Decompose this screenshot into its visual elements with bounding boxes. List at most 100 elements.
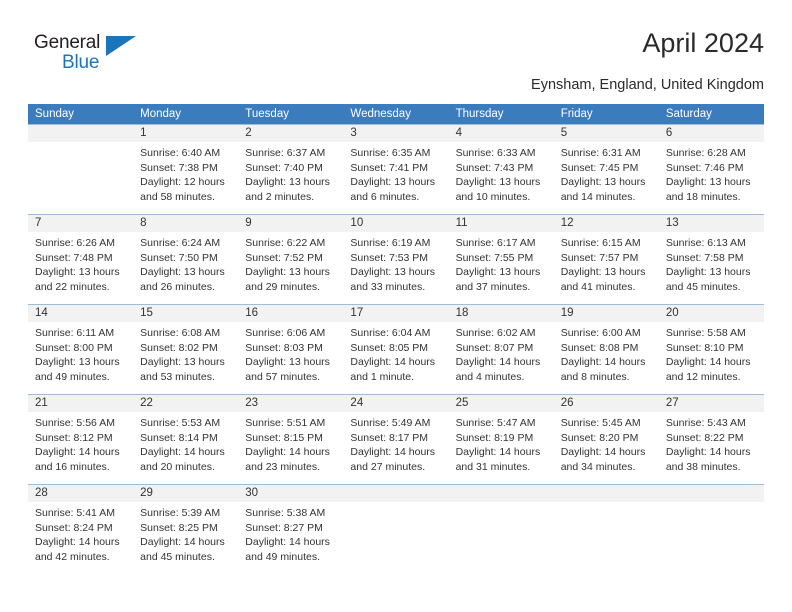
location-subtitle: Eynsham, England, United Kingdom <box>531 77 764 93</box>
week-detail-row: Sunrise: 6:40 AM Sunset: 7:38 PM Dayligh… <box>28 142 764 214</box>
day-cell[interactable]: Sunrise: 5:38 AM Sunset: 8:27 PM Dayligh… <box>238 502 343 574</box>
day-cell[interactable]: Sunrise: 6:40 AM Sunset: 7:38 PM Dayligh… <box>133 142 238 214</box>
sunrise-text: Sunrise: 6:15 AM <box>560 237 641 249</box>
general-blue-logo[interactable]: General Blue <box>34 32 144 80</box>
day-cell[interactable]: Sunrise: 5:56 AM Sunset: 8:12 PM Dayligh… <box>28 412 133 484</box>
day-cell[interactable]: Sunrise: 6:33 AM Sunset: 7:43 PM Dayligh… <box>449 142 554 214</box>
daylight-text-line2: and 29 minutes. <box>245 280 320 293</box>
daylight-text-line2: and 10 minutes. <box>455 190 531 203</box>
sunset-text: Sunset: 8:03 PM <box>245 341 323 354</box>
sunrise-text: Sunrise: 5:56 AM <box>35 417 115 429</box>
day-cell[interactable] <box>28 142 133 214</box>
daylight-text-line2: and 6 minutes. <box>350 190 420 203</box>
day-number: 2 <box>245 127 252 139</box>
day-cell[interactable]: Sunrise: 6:06 AM Sunset: 8:03 PM Dayligh… <box>238 322 343 394</box>
daylight-text-line2: and 18 minutes. <box>665 190 741 203</box>
daylight-text-line1: Daylight: 14 hours <box>560 356 646 369</box>
calendar-week-row: 14 15 16 17 18 19 20 Sunrise: 6:11 AM Su… <box>28 304 764 394</box>
day-cell[interactable]: Sunrise: 6:00 AM Sunset: 8:08 PM Dayligh… <box>554 322 659 394</box>
day-number: 27 <box>665 397 679 409</box>
day-cell[interactable]: Sunrise: 6:31 AM Sunset: 7:45 PM Dayligh… <box>554 142 659 214</box>
day-cell[interactable]: Sunrise: 5:47 AM Sunset: 8:19 PM Dayligh… <box>449 412 554 484</box>
day-cell[interactable]: Sunrise: 6:17 AM Sunset: 7:55 PM Dayligh… <box>449 232 554 304</box>
day-cell[interactable]: Sunrise: 5:49 AM Sunset: 8:17 PM Dayligh… <box>343 412 448 484</box>
day-number: 18 <box>455 307 469 319</box>
triangle-icon <box>106 36 136 56</box>
day-cell[interactable] <box>449 502 554 574</box>
weekday-header-sunday: Sunday <box>35 108 75 120</box>
sunset-text: Sunset: 8:20 PM <box>560 431 639 444</box>
day-number: 15 <box>140 307 153 319</box>
day-cell[interactable]: Sunrise: 5:53 AM Sunset: 8:14 PM Dayligh… <box>133 412 238 484</box>
sunset-text: Sunset: 8:05 PM <box>350 341 429 354</box>
week-date-band: 21 22 23 24 25 26 27 <box>28 395 764 412</box>
day-cell[interactable]: Sunrise: 5:39 AM Sunset: 8:25 PM Dayligh… <box>133 502 238 574</box>
day-cell[interactable]: Sunrise: 6:02 AM Sunset: 8:07 PM Dayligh… <box>449 322 554 394</box>
sunrise-text: Sunrise: 5:39 AM <box>140 507 221 519</box>
weekday-header-thursday: Thursday <box>455 108 504 120</box>
day-number: 6 <box>665 127 673 139</box>
day-cell[interactable]: Sunrise: 6:26 AM Sunset: 7:48 PM Dayligh… <box>28 232 133 304</box>
day-cell[interactable]: Sunrise: 6:04 AM Sunset: 8:05 PM Dayligh… <box>343 322 448 394</box>
sunset-text: Sunset: 8:15 PM <box>245 431 323 444</box>
week-detail-row: Sunrise: 6:11 AM Sunset: 8:00 PM Dayligh… <box>28 322 764 394</box>
day-cell[interactable]: Sunrise: 6:15 AM Sunset: 7:57 PM Dayligh… <box>554 232 659 304</box>
day-cell[interactable]: Sunrise: 6:24 AM Sunset: 7:50 PM Dayligh… <box>133 232 238 304</box>
day-cell[interactable]: Sunrise: 6:13 AM Sunset: 7:58 PM Dayligh… <box>659 232 764 304</box>
sunset-text: Sunset: 7:43 PM <box>455 161 534 174</box>
day-number: 23 <box>245 397 259 409</box>
day-cell[interactable] <box>343 502 448 574</box>
day-cell[interactable]: Sunrise: 5:43 AM Sunset: 8:22 PM Dayligh… <box>659 412 764 484</box>
sunset-text: Sunset: 7:45 PM <box>560 161 639 174</box>
sunset-text: Sunset: 7:48 PM <box>35 251 113 264</box>
day-cell[interactable]: Sunrise: 5:45 AM Sunset: 8:20 PM Dayligh… <box>554 412 659 484</box>
weekday-header-monday: Monday <box>140 108 182 120</box>
sunset-text: Sunset: 7:40 PM <box>245 161 323 174</box>
week-date-band: 1 2 3 4 5 6 <box>28 125 764 142</box>
day-number: 13 <box>665 217 679 229</box>
sunrise-text: Sunrise: 5:51 AM <box>245 417 326 429</box>
day-number <box>659 485 764 502</box>
day-number: 19 <box>560 307 574 319</box>
day-cell[interactable]: Sunrise: 6:08 AM Sunset: 8:02 PM Dayligh… <box>133 322 238 394</box>
day-cell[interactable]: Sunrise: 6:22 AM Sunset: 7:52 PM Dayligh… <box>238 232 343 304</box>
daylight-text-line1: Daylight: 13 hours <box>245 266 330 279</box>
calendar-week-row: 7 8 9 10 11 12 13 Sunrise: 6:26 AM Sunse… <box>28 214 764 304</box>
day-cell[interactable]: Sunrise: 6:11 AM Sunset: 8:00 PM Dayligh… <box>28 322 133 394</box>
sunrise-text: Sunrise: 5:58 AM <box>665 327 746 339</box>
daylight-text-line2: and 20 minutes. <box>140 460 215 473</box>
day-cell[interactable]: Sunrise: 6:37 AM Sunset: 7:40 PM Dayligh… <box>238 142 343 214</box>
logo-text-blue: Blue <box>62 52 100 73</box>
day-cell[interactable]: Sunrise: 6:28 AM Sunset: 7:46 PM Dayligh… <box>659 142 764 214</box>
daylight-text-line2: and 12 minutes. <box>665 370 741 383</box>
daylight-text-line1: Daylight: 13 hours <box>665 176 751 189</box>
day-cell[interactable]: Sunrise: 6:19 AM Sunset: 7:53 PM Dayligh… <box>343 232 448 304</box>
day-cell[interactable] <box>554 502 659 574</box>
weekday-header-tuesday: Tuesday <box>245 108 289 120</box>
daylight-text-line1: Daylight: 13 hours <box>245 176 330 189</box>
daylight-text-line1: Daylight: 13 hours <box>245 356 330 369</box>
calendar-week-row: 28 29 30 Sunrise: 5:41 AM Sunset: 8:24 P… <box>28 484 764 574</box>
daylight-text-line2: and 37 minutes. <box>455 280 531 293</box>
daylight-text-line2: and 38 minutes. <box>665 460 741 473</box>
day-cell[interactable]: Sunrise: 6:35 AM Sunset: 7:41 PM Dayligh… <box>343 142 448 214</box>
day-number: 4 <box>455 127 462 139</box>
sunrise-text: Sunrise: 5:49 AM <box>350 417 431 429</box>
sunset-text: Sunset: 7:58 PM <box>665 251 744 264</box>
day-cell[interactable]: Sunrise: 5:51 AM Sunset: 8:15 PM Dayligh… <box>238 412 343 484</box>
daylight-text-line1: Daylight: 13 hours <box>140 356 225 369</box>
page-header: General Blue April 2024 Eynsham, England… <box>28 26 764 98</box>
daylight-text-line1: Daylight: 13 hours <box>350 266 436 279</box>
day-cell[interactable]: Sunrise: 5:41 AM Sunset: 8:24 PM Dayligh… <box>28 502 133 574</box>
sunrise-text: Sunrise: 6:17 AM <box>455 237 536 249</box>
day-number: 11 <box>455 217 468 229</box>
day-cell[interactable] <box>659 502 764 574</box>
day-cell[interactable]: Sunrise: 5:58 AM Sunset: 8:10 PM Dayligh… <box>659 322 764 394</box>
week-date-band: 14 15 16 17 18 19 20 <box>28 305 764 322</box>
sunset-text: Sunset: 8:08 PM <box>560 341 639 354</box>
sunset-text: Sunset: 8:17 PM <box>350 431 429 444</box>
day-number: 5 <box>560 127 568 139</box>
day-number: 14 <box>35 307 48 319</box>
daylight-text-line1: Daylight: 13 hours <box>665 266 751 279</box>
daylight-text-line1: Daylight: 13 hours <box>455 266 541 279</box>
